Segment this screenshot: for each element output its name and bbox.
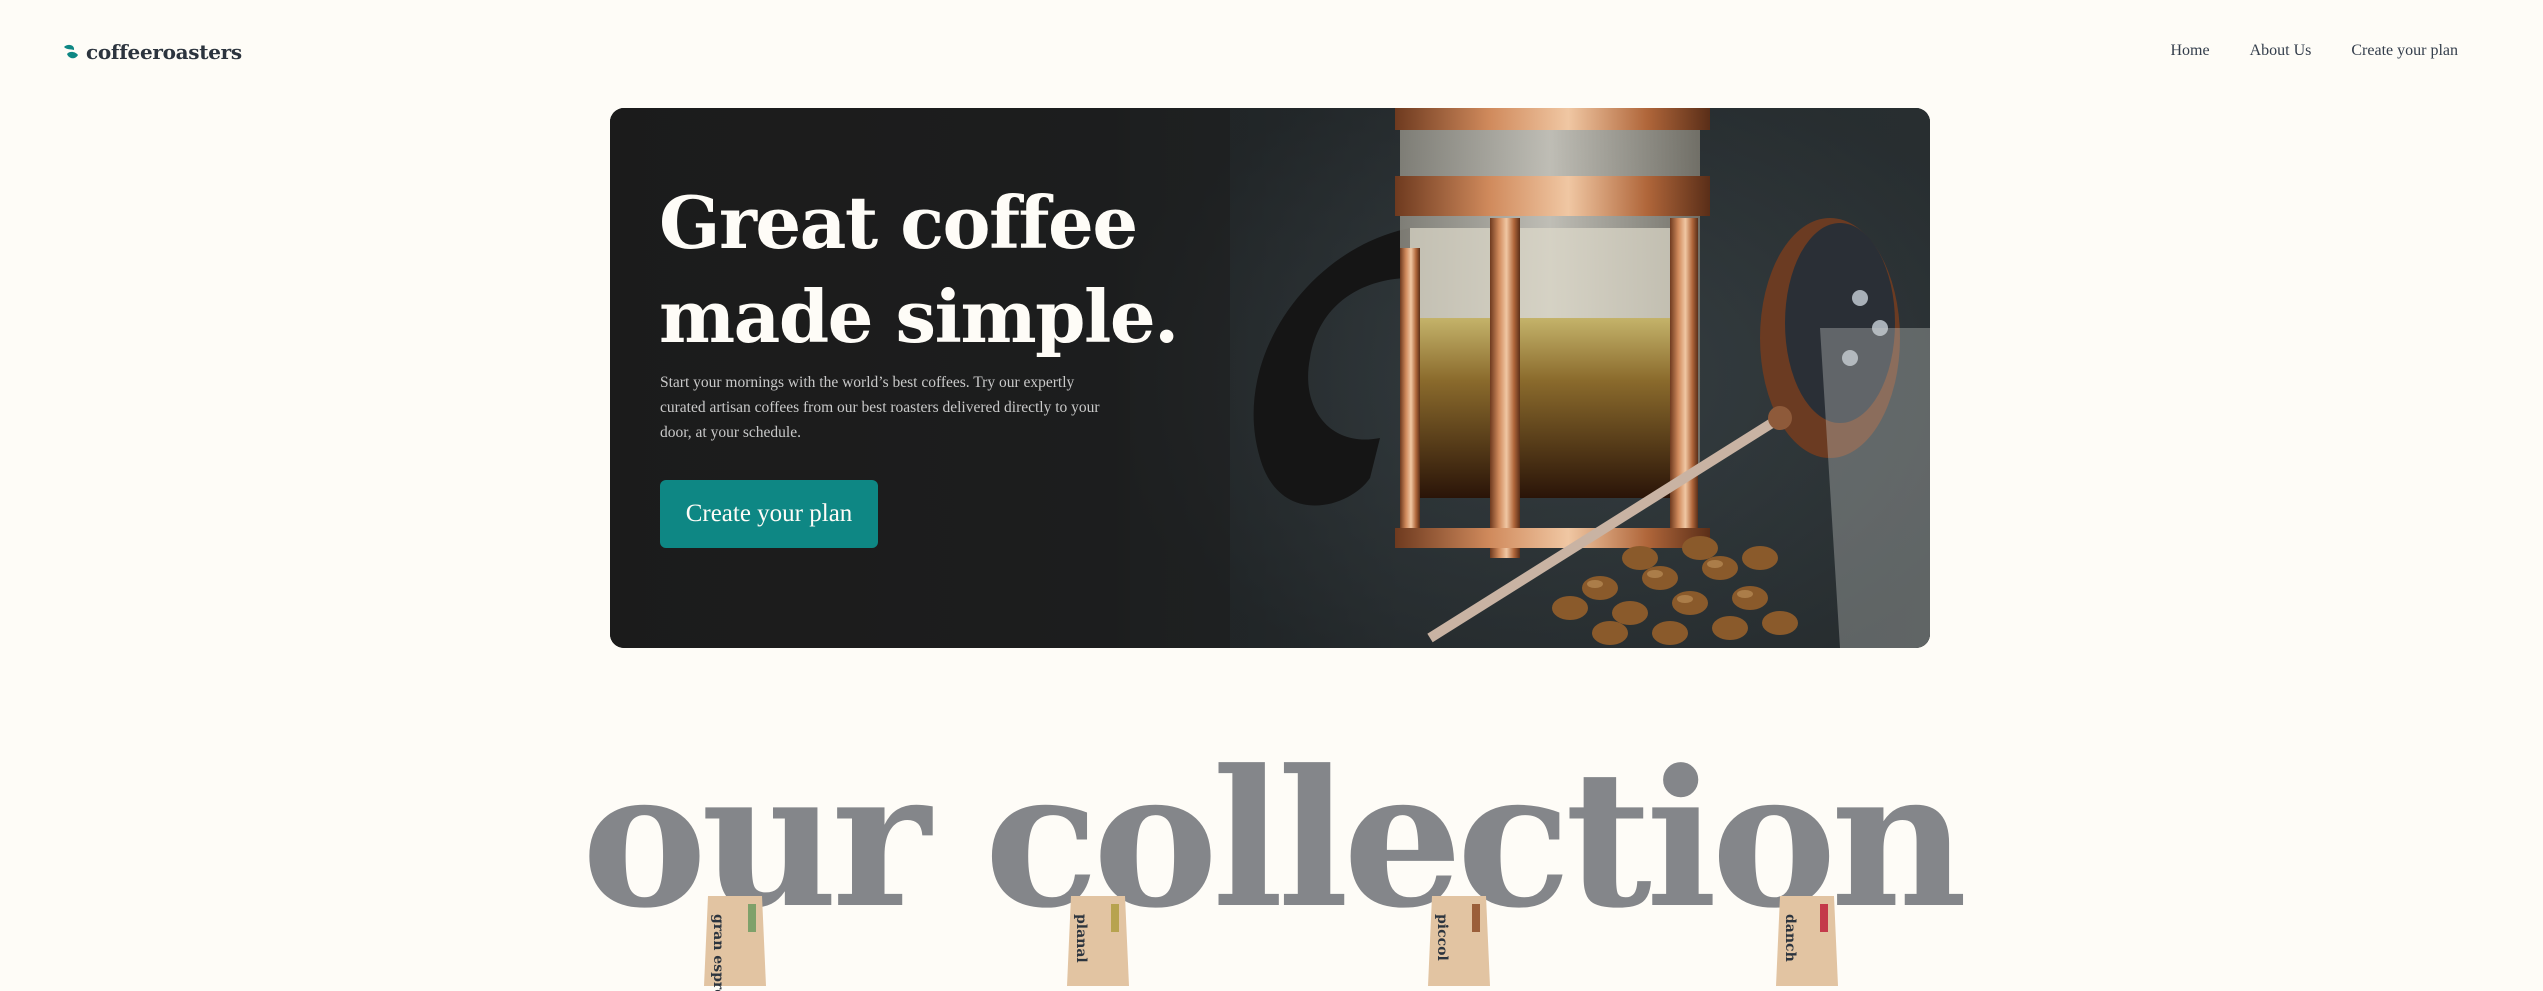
hero-description: Start your mornings with the world’s bes… (660, 374, 1100, 441)
product-label-3: piccol (1434, 914, 1450, 961)
product-label-2: planal (1073, 914, 1089, 963)
product-bag-piccollo[interactable]: piccol (1424, 896, 1494, 986)
collection-title: our collection (581, 729, 1968, 950)
nav-create-plan[interactable]: Create your plan (2351, 42, 2458, 60)
coffee-bag-icon: danch (1776, 896, 1838, 986)
product-bag-gran-espresso[interactable]: gran espre (700, 896, 770, 991)
hero-title-line-1: Great coffee (659, 180, 1138, 265)
coffee-bag-icon: planal (1067, 896, 1129, 986)
product-label-4: danch (1782, 914, 1798, 962)
coffee-bean-icon (64, 44, 78, 59)
coffee-bag-icon: piccol (1428, 896, 1490, 986)
product-label-1: gran espre (710, 914, 726, 991)
create-plan-button[interactable]: Create your plan (660, 480, 878, 548)
hero-banner: Great coffee made simple. Start your mor… (610, 108, 1930, 648)
coffee-bag-icon: gran espre (704, 896, 766, 991)
main-nav: Home About Us Create your plan (2170, 42, 2458, 60)
product-bag-danche[interactable]: danch (1772, 896, 1842, 986)
hero-title-line-2: made simple. (659, 274, 1179, 359)
product-bag-planalto[interactable]: planal (1063, 896, 1133, 986)
nav-about-us[interactable]: About Us (2250, 42, 2312, 60)
nav-home[interactable]: Home (2170, 42, 2209, 60)
logo-text: coffeeroasters (86, 40, 242, 64)
hero-title: Great coffee made simple. (659, 176, 1179, 364)
logo[interactable]: coffeeroasters (62, 40, 242, 64)
